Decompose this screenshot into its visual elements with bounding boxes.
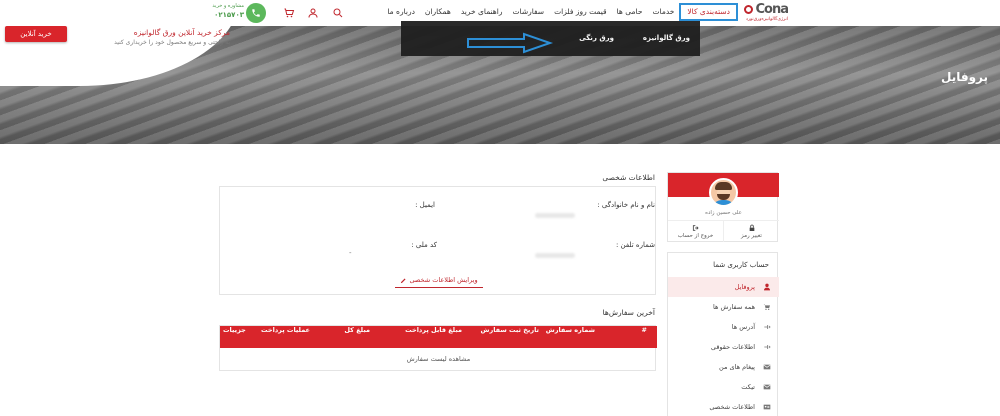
phone-contact[interactable]: مشاوره و خرید ۰۲۱۵۷۰۳ [208,2,288,24]
mail-icon [763,364,771,370]
edit-personal-info-button[interactable]: ویرایش اطلاعات شخصی [395,276,483,288]
change-password-label: تغییر رمز [741,233,762,239]
nav-item-orders[interactable]: سفارشات [507,3,549,21]
mail-icon [763,384,771,390]
logout-button[interactable]: خروج از حساب [668,221,723,242]
edit-personal-info-label: ویرایش اطلاعات شخصی [409,276,478,284]
email-label: ایمیل : [415,201,435,209]
logo-text: Cona [755,2,789,17]
nav-item-about[interactable]: درباره ما [382,3,420,21]
menu-item-label: همه سفارش ها [713,303,755,311]
national-id-value: - [349,249,352,257]
cart-icon [763,304,770,310]
pencil-icon [401,277,406,283]
user-icon [764,283,770,291]
menu-item-label: آدرس ها [731,323,755,331]
nav-item-partners[interactable]: همکاران [420,3,456,21]
id-card-icon [763,404,771,410]
column-details: جزییات [223,326,246,334]
logo-subtitle: انرژی‌گالوانیزه‌ورق‌نورد [745,17,788,22]
search-icon[interactable] [331,6,345,20]
page-title: پروفایل [940,70,988,84]
profile-actions: خروج از حساب تغییر رمز [668,220,779,242]
user-icon[interactable] [306,6,320,20]
menu-item-label: اطلاعات شخصی [709,403,755,411]
dropdown-item-galvanized[interactable]: ورق گالوانیزه [643,34,690,42]
menu-item-messages[interactable]: پیغام های من [668,357,779,377]
menu-item-label: پروفایل [734,283,755,291]
menu-item-all-orders[interactable]: همه سفارش ها [668,297,779,317]
profile-card: علی حسین زاده خروج از حساب تغییر رمز [667,172,779,242]
avatar [709,178,738,207]
account-menu: حساب کاربری شما پروفایل همه سفارش ها آدر… [667,252,779,416]
personal-info-panel: نام و نام خانوادگی : ایمیل : شماره تلفن … [219,186,656,295]
phone-label-field: شماره تلفن : [615,241,655,249]
site-logo[interactable]: Cona انرژی‌گالوانیزه‌ورق‌نورد [744,2,789,24]
national-id-label: کد ملی : [411,241,437,249]
buy-online-button[interactable]: خرید آنلاین [5,26,67,42]
phone-value-blurred [535,253,575,258]
logout-label: خروج از حساب [677,233,714,239]
menu-item-legal-info[interactable]: اطلاعات حقوقی [668,337,779,357]
menu-item-addresses[interactable]: آدرس ها [668,317,779,337]
user-name: علی حسین زاده [705,210,742,216]
nav-item-services[interactable]: خدمات [647,3,679,21]
phone-number: ۰۲۱۵۷۰۳ [214,11,244,19]
column-order-date: تاریخ ثبت سفارش [480,326,539,334]
hero-title: مرکز خرید آنلاین ورق گالوانیزه [133,28,230,37]
nav-item-sponsors[interactable]: حامی ها [612,3,648,21]
logo-mark-icon [744,5,753,14]
main-nav: دسته‌بندی کالا خدمات حامی ها قیمت روز فل… [382,3,738,21]
view-orders-link[interactable]: مشاهده لیست سفارش [220,348,657,370]
menu-item-label: تیکت [741,383,755,391]
account-menu-title: حساب کاربری شما [713,261,769,269]
account-menu-list: پروفایل همه سفارش ها آدرس ها اطلاعات حقو… [668,277,779,416]
personal-info-title: اطلاعات شخصی [602,173,655,182]
change-password-button[interactable]: تغییر رمز [723,221,779,242]
dropdown-item-colored[interactable]: ورق رنگی [579,34,614,42]
cart-icon[interactable] [282,6,296,20]
menu-item-personal-info[interactable]: اطلاعات شخصی [668,397,779,416]
phone-icon[interactable] [246,3,266,23]
nav-item-categories[interactable]: دسته‌بندی کالا [679,3,738,21]
menu-item-label: پیغام های من [719,363,755,371]
column-index: # [641,326,647,334]
pin-icon [764,345,771,349]
name-label: نام و نام خانوادگی : [597,201,655,209]
nav-item-metal-prices[interactable]: قیمت روز فلزات [549,3,612,21]
logout-icon [692,225,699,231]
menu-item-ticket[interactable]: تیکت [668,377,779,397]
column-total-amount: مبلغ کل [344,326,370,334]
orders-table: # شماره سفارش تاریخ ثبت سفارش مبلغ قابل … [219,325,657,371]
orders-table-header: # شماره سفارش تاریخ ثبت سفارش مبلغ قابل … [220,326,657,348]
latest-orders-title: آخرین سفارش‌ها [602,308,655,317]
nav-item-buying-guide[interactable]: راهنمای خرید [456,3,508,21]
column-payment-operations: عملیات پرداخت [261,326,310,334]
phone-label: مشاوره و خرید [212,3,244,9]
menu-item-label: اطلاعات حقوقی [710,343,755,351]
column-payable-amount: مبلغ قابل پرداخت [405,326,462,334]
column-order-number: شماره سفارش [545,326,595,334]
name-value-blurred [535,213,575,218]
hero-subtitle: به راحتی و سریع محصول خود را خریداری کنی… [114,39,230,46]
menu-item-profile[interactable]: پروفایل [668,277,779,297]
lock-icon [749,224,754,231]
pin-icon [764,325,771,329]
arrow-annotation-icon [467,32,554,54]
